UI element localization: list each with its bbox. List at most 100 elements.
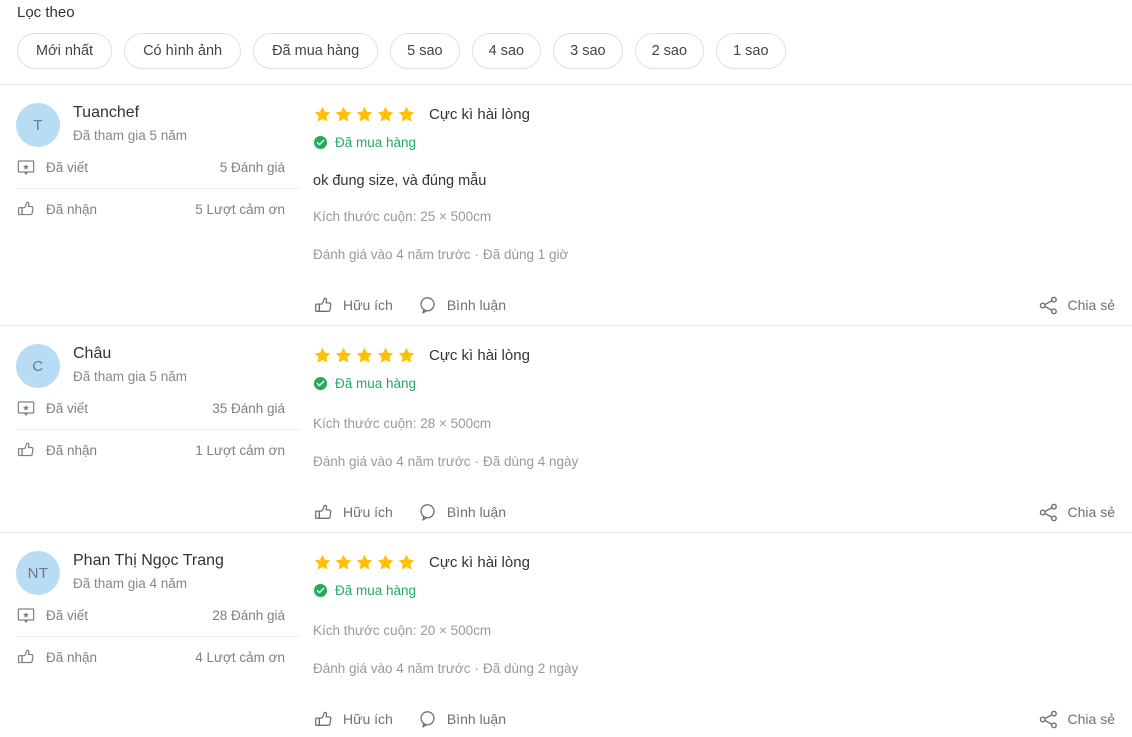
helpful-button[interactable]: Hữu ích: [313, 295, 393, 316]
helpful-button[interactable]: Hữu ích: [313, 502, 393, 523]
review-list: TTuanchefĐã tham gia 5 nămĐã viết5 Đánh …: [0, 84, 1132, 737]
helpful-button[interactable]: Hữu ích: [313, 709, 393, 730]
review-posted-time: Đánh giá vào 4 năm trước: [313, 661, 470, 676]
comment-button[interactable]: Bình luận: [417, 502, 506, 523]
reviewer-panel: TTuanchefĐã tham gia 5 nămĐã viết5 Đánh …: [0, 101, 300, 325]
rating-text: Cực kì hài lòng: [429, 554, 530, 571]
received-count: 1 Lượt cảm ơn: [195, 443, 285, 458]
review-body: Cực kì hài lòng Đã mua hàng ok đung size, …: [300, 101, 1132, 325]
filter-chip-8[interactable]: 1 sao: [716, 33, 785, 69]
written-label: Đã viết: [46, 608, 212, 623]
share-label: Chia sẻ: [1068, 297, 1115, 313]
review-body: Cực kì hài lòng Đã mua hàng Kích thước cuộ…: [300, 549, 1132, 737]
meta-separator: ·: [470, 454, 483, 469]
review-actions: Hữu ích Bình luận Chia sẻ: [313, 291, 1115, 319]
reviewer-identity: T Tuanchef Đã tham gia 5 năm: [16, 101, 300, 147]
written-label: Đã viết: [46, 401, 212, 416]
review-item: TTuanchefĐã tham gia 5 nămĐã viết5 Đánh …: [0, 84, 1132, 325]
reviewer-written-stat: Đã viết35 Đánh giá: [16, 388, 300, 429]
review-item: NTPhan Thị Ngọc TrangĐã tham gia 4 nămĐã…: [0, 532, 1132, 737]
written-count: 35 Đánh giá: [212, 401, 285, 416]
reviewer-received-stat: Đã nhận1 Lượt cảm ơn: [16, 429, 300, 470]
filter-chip-5[interactable]: 4 sao: [472, 33, 541, 69]
rating-row: Cực kì hài lòng: [313, 550, 1115, 574]
review-timestamp: Đánh giá vào 4 năm trước·Đã dùng 1 giờ: [313, 243, 1115, 267]
verified-purchase-badge: Đã mua hàng: [313, 135, 1115, 150]
filter-chip-4[interactable]: 5 sao: [390, 33, 459, 69]
reviewer-joined: Đã tham gia 5 năm: [73, 126, 187, 146]
review-variant: Kích thước cuộn: 28 × 500cm: [313, 412, 1115, 436]
review-actions: Hữu ích Bình luận Chia sẻ: [313, 705, 1115, 733]
review-usage-duration: Đã dùng 2 ngày: [483, 661, 578, 676]
filter-chip-7[interactable]: 2 sao: [635, 33, 704, 69]
star-rating: [313, 553, 416, 572]
review-timestamp: Đánh giá vào 4 năm trước·Đã dùng 2 ngày: [313, 657, 1115, 681]
reviewer-panel: CChâuĐã tham gia 5 nămĐã viết35 Đánh giá…: [0, 342, 300, 532]
review-variant: Kích thước cuộn: 20 × 500cm: [313, 619, 1115, 643]
review-timestamp: Đánh giá vào 4 năm trước·Đã dùng 4 ngày: [313, 450, 1115, 474]
comment-button[interactable]: Bình luận: [417, 295, 506, 316]
verified-purchase-badge: Đã mua hàng: [313, 583, 1115, 598]
received-label: Đã nhận: [46, 650, 195, 665]
reviewer-written-stat: Đã viết5 Đánh giá: [16, 147, 300, 188]
written-label: Đã viết: [46, 160, 220, 175]
meta-separator: ·: [470, 661, 483, 676]
reviewer-joined: Đã tham gia 4 năm: [73, 574, 224, 594]
rating-row: Cực kì hài lòng: [313, 102, 1115, 126]
comment-button[interactable]: Bình luận: [417, 709, 506, 730]
received-count: 4 Lượt cảm ơn: [195, 650, 285, 665]
reviewer-received-stat: Đã nhận4 Lượt cảm ơn: [16, 636, 300, 677]
share-button[interactable]: Chia sẻ: [1038, 295, 1115, 316]
helpful-label: Hữu ích: [343, 504, 393, 520]
rating-text: Cực kì hài lòng: [429, 347, 530, 364]
filter-section-title: Lọc theo: [17, 3, 75, 23]
share-button[interactable]: Chia sẻ: [1038, 709, 1115, 730]
filter-chip-1[interactable]: Mới nhất: [17, 33, 112, 69]
comment-label: Bình luận: [447, 297, 506, 313]
reviewer-name[interactable]: Châu: [73, 343, 187, 364]
product-reviews-page: Lọc theo Mới nhất Có hình ảnh Đã mua hàng 5…: [0, 0, 1132, 737]
verified-purchase-label: Đã mua hàng: [335, 583, 416, 598]
avatar: T: [16, 103, 60, 147]
review-usage-duration: Đã dùng 1 giờ: [483, 247, 568, 262]
review-body: Cực kì hài lòng Đã mua hàng Kích thước cuộ…: [300, 342, 1132, 532]
filter-chip-list: Mới nhất Có hình ảnh Đã mua hàng 5 sao 4 sao…: [17, 33, 786, 69]
helpful-label: Hữu ích: [343, 711, 393, 727]
received-count: 5 Lượt cảm ơn: [195, 202, 285, 217]
rating-row: Cực kì hài lòng: [313, 343, 1115, 367]
comment-label: Bình luận: [447, 504, 506, 520]
filter-chip-6[interactable]: 3 sao: [553, 33, 622, 69]
share-button[interactable]: Chia sẻ: [1038, 502, 1115, 523]
reviewer-received-stat: Đã nhận5 Lượt cảm ơn: [16, 188, 300, 229]
helpful-label: Hữu ích: [343, 297, 393, 313]
received-label: Đã nhận: [46, 443, 195, 458]
verified-purchase-badge: Đã mua hàng: [313, 376, 1115, 391]
share-label: Chia sẻ: [1068, 504, 1115, 520]
review-usage-duration: Đã dùng 4 ngày: [483, 454, 578, 469]
filter-chip-3[interactable]: Đã mua hàng: [253, 33, 378, 69]
comment-label: Bình luận: [447, 711, 506, 727]
star-rating: [313, 105, 416, 124]
review-posted-time: Đánh giá vào 4 năm trước: [313, 454, 470, 469]
meta-separator: ·: [470, 247, 483, 262]
avatar: NT: [16, 551, 60, 595]
verified-purchase-label: Đã mua hàng: [335, 135, 416, 150]
reviewer-written-stat: Đã viết28 Đánh giá: [16, 595, 300, 636]
filter-chip-2[interactable]: Có hình ảnh: [124, 33, 241, 69]
reviewer-joined: Đã tham gia 5 năm: [73, 367, 187, 387]
review-actions: Hữu ích Bình luận Chia sẻ: [313, 498, 1115, 526]
avatar: C: [16, 344, 60, 388]
written-count: 5 Đánh giá: [220, 160, 285, 175]
reviewer-identity: NT Phan Thị Ngọc Trang Đã tham gia 4 năm: [16, 549, 300, 595]
reviewer-name[interactable]: Phan Thị Ngọc Trang: [73, 550, 224, 571]
review-comment: ok đung size, và đúng mẫu: [313, 171, 1115, 191]
review-item: CChâuĐã tham gia 5 nămĐã viết35 Đánh giá…: [0, 325, 1132, 532]
reviewer-panel: NTPhan Thị Ngọc TrangĐã tham gia 4 nămĐã…: [0, 549, 300, 737]
share-label: Chia sẻ: [1068, 711, 1115, 727]
received-label: Đã nhận: [46, 202, 195, 217]
star-rating: [313, 346, 416, 365]
reviewer-name[interactable]: Tuanchef: [73, 102, 187, 123]
reviewer-identity: C Châu Đã tham gia 5 năm: [16, 342, 300, 388]
rating-text: Cực kì hài lòng: [429, 106, 530, 123]
written-count: 28 Đánh giá: [212, 608, 285, 623]
